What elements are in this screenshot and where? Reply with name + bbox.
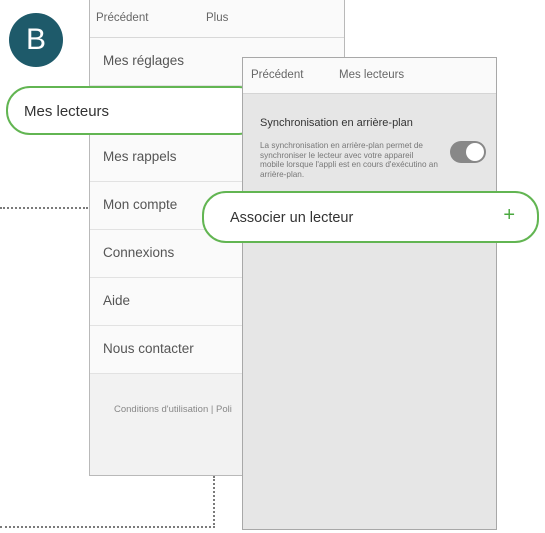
step-badge: B — [9, 13, 63, 67]
back-button[interactable]: Précédent — [96, 12, 148, 24]
screen-title: Plus — [206, 12, 229, 24]
navbar: Précédent Mes lecteurs — [243, 58, 496, 94]
connector-line — [0, 207, 88, 209]
mes-lecteurs-screen: Précédent Mes lecteurs Synchronisation e… — [242, 57, 497, 530]
sync-description: La synchronisation en arrière-plan perme… — [260, 141, 438, 179]
mes-lecteurs-highlight[interactable]: Mes lecteurs — [6, 86, 263, 135]
screen-title: Mes lecteurs — [339, 69, 405, 81]
add-reader-button[interactable]: Associer un lecteur + — [202, 191, 539, 243]
plus-icon: + — [503, 204, 515, 226]
connector-line — [213, 476, 215, 528]
add-reader-label: Associer un lecteur — [230, 210, 354, 226]
mes-lecteurs-label: Mes lecteurs — [24, 103, 110, 120]
sync-title: Synchronisation en arrière-plan — [260, 117, 413, 129]
sync-toggle[interactable] — [450, 141, 486, 163]
navbar: Précédent Plus — [90, 0, 344, 38]
back-button[interactable]: Précédent — [251, 69, 303, 81]
connector-line — [0, 526, 215, 528]
toggle-knob — [466, 143, 484, 161]
